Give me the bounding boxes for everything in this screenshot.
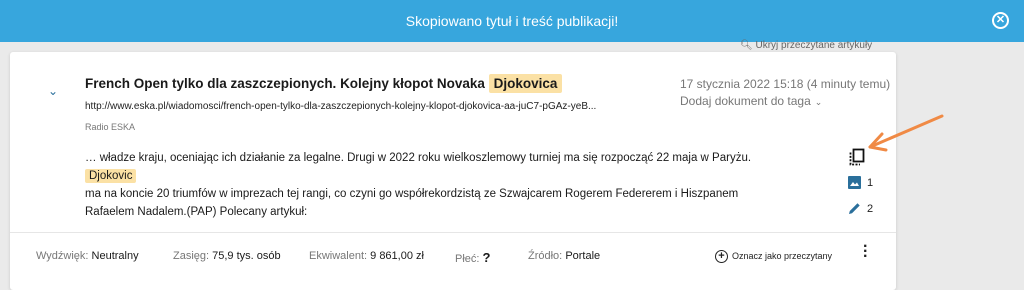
image-count: 1	[867, 177, 874, 189]
edit-count: 2	[867, 203, 874, 215]
equivalent-label: Ekwiwalent:	[309, 250, 368, 262]
article-url[interactable]: http://www.eska.pl/wiadomosci/french-ope…	[85, 101, 596, 112]
source-value: Portale	[565, 250, 601, 262]
article-title-text: French Open tylko dla zaszczepionych. Ko…	[85, 76, 485, 91]
reach-field: Zasięg: 75,9 tys. osób	[173, 250, 281, 262]
chevron-down-icon: ⌄	[814, 97, 823, 107]
page-background	[896, 42, 1024, 290]
close-icon[interactable]: ✕	[992, 12, 1009, 29]
search-icon: 🔍︎	[740, 40, 753, 51]
add-to-tag-label: Dodaj dokument do taga	[680, 94, 811, 108]
equivalent-value: 9 861,00 zł	[370, 250, 424, 262]
article-title[interactable]: French Open tylko dla zaszczepionych. Ko…	[85, 74, 563, 93]
article-footer: Wydźwięk: Neutralny Zasięg: 75,9 tys. os…	[10, 239, 896, 266]
chevron-down-icon[interactable]: ⌄	[48, 84, 58, 98]
toast-message: Skopiowano tytuł i treść publikacji!	[405, 13, 619, 29]
excerpt-text-start: … władze kraju, oceniając ich działanie …	[85, 152, 752, 164]
mark-as-read-label: Oznacz jako przeczytany	[732, 250, 833, 261]
arrow-annotation	[868, 114, 944, 152]
article-excerpt: … władze kraju, oceniając ich działanie …	[85, 149, 785, 221]
add-to-tag-dropdown[interactable]: Dodaj dokument do taga ⌄	[680, 94, 822, 108]
reach-label: Zasięg:	[173, 250, 210, 262]
image-icon[interactable]	[848, 176, 861, 189]
hide-read-label: Ukryj przeczytane artykuły	[755, 40, 873, 51]
equivalent-field: Ekwiwalent: 9 861,00 zł	[309, 250, 424, 262]
excerpt-text-end: ma na koncie 20 triumfów w imprezach tej…	[85, 188, 739, 218]
mark-as-read-button[interactable]: + Oznacz jako przeczytany	[715, 250, 832, 263]
article-date: 17 stycznia 2022 15:18 (4 minuty temu)	[680, 77, 891, 91]
sentiment-field: Wydźwięk: Neutralny	[36, 250, 139, 262]
gender-field: Płeć: ?	[455, 250, 490, 265]
gender-value: ?	[482, 250, 491, 265]
article-card: ⌄ French Open tylko dla zaszczepionych. …	[10, 52, 896, 290]
sentiment-label: Wydźwięk:	[36, 250, 89, 262]
divider	[10, 232, 896, 233]
excerpt-highlight: Djokovic	[85, 169, 137, 183]
plus-circle-icon: +	[715, 250, 728, 263]
toast-notification: Skopiowano tytuł i treść publikacji! ✕	[0, 0, 1024, 42]
more-options-icon[interactable]: · · ·	[863, 239, 868, 265]
title-highlight: Djokovica	[488, 74, 563, 93]
pencil-icon[interactable]	[848, 202, 861, 215]
source-field: Źródło: Portale	[528, 250, 600, 262]
article-source: Radio ESKA	[85, 122, 136, 132]
hide-read-filter[interactable]: 🔍︎ Ukryj przeczytane artykuły	[740, 40, 872, 51]
reach-value: 75,9 tys. osób	[212, 250, 281, 262]
gender-label: Płeć:	[455, 253, 480, 265]
sentiment-value: Neutralny	[91, 250, 139, 262]
source-label: Źródło:	[528, 250, 563, 262]
